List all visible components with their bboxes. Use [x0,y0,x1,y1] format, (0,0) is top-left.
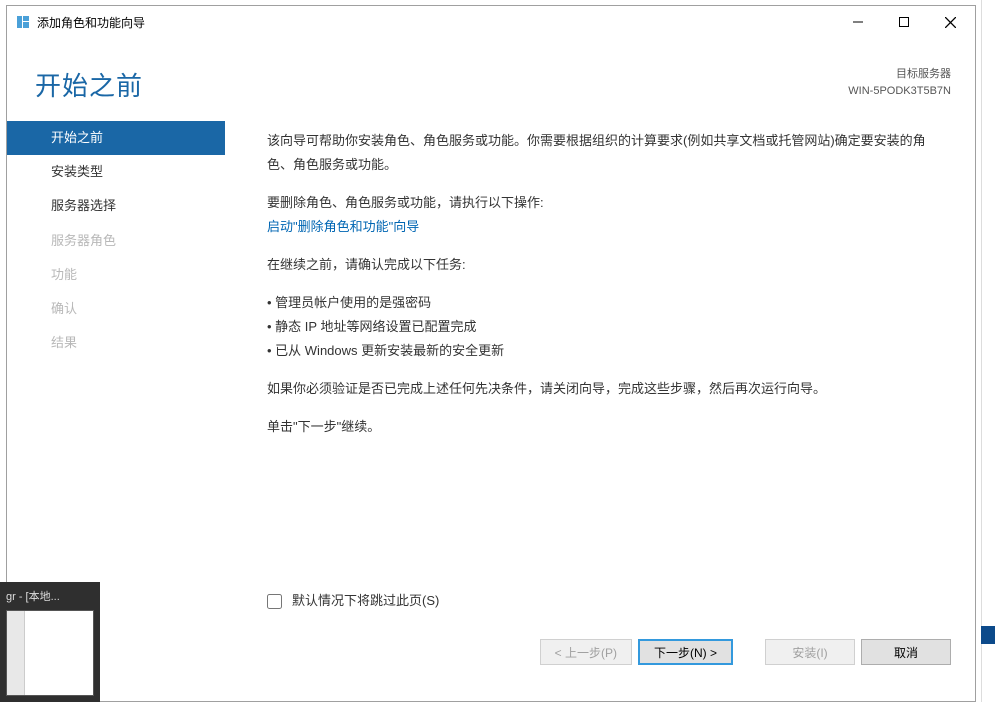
verify-paragraph: 如果你必须验证是否已完成上述任何先决条件，请关闭向导，完成这些步骤，然后再次运行… [267,377,947,401]
skip-page-checkbox[interactable] [267,594,282,609]
sidebar-item-before-you-begin[interactable]: 开始之前 [7,121,225,155]
previous-button: < 上一步(P) [540,639,632,665]
sidebar-item-installation-type[interactable]: 安装类型 [7,155,225,189]
sidebar-item-label: 服务器选择 [51,198,116,213]
tasks-heading: 在继续之前，请确认完成以下任务: [267,253,947,277]
cancel-button[interactable]: 取消 [861,639,951,665]
sidebar: 开始之前 安装类型 服务器选择 服务器角色 功能 确认 结果 [7,121,225,631]
sidebar-item-server-selection[interactable]: 服务器选择 [7,189,225,223]
app-icon [15,14,31,30]
footer: < 上一步(P) 下一步(N) > 安装(I) 取消 [7,631,975,673]
thumbnail-main [25,611,93,695]
header: 开始之前 目标服务器 WIN-5PODK3T5B7N [7,38,975,121]
thumbnail-sidebar [7,611,25,695]
sidebar-item-confirmation: 确认 [7,292,225,326]
wizard-window: 添加角色和功能向导 开始之前 目标服务器 WIN-5PODK3T5B7N 开始之… [6,5,976,702]
intro-paragraph: 该向导可帮助你安装角色、角色服务或功能。你需要根据组织的计算要求(例如共享文档或… [267,129,947,177]
remove-instructions: 要删除角色、角色服务或功能，请执行以下操作: [267,191,947,215]
body: 开始之前 安装类型 服务器选择 服务器角色 功能 确认 结果 该向导可帮助你安装… [7,121,975,631]
sidebar-item-label: 结果 [51,335,77,350]
close-button[interactable] [927,7,973,37]
task-item: 管理员帐户使用的是强密码 [267,291,947,315]
sidebar-item-label: 确认 [51,301,77,316]
task-item: 已从 Windows 更新安装最新的安全更新 [267,339,947,363]
remove-wizard-link[interactable]: 启动"删除角色和功能"向导 [267,219,419,234]
skip-page-row: 默认情况下将跳过此页(S) [267,589,947,613]
sidebar-item-results: 结果 [7,326,225,360]
skip-page-label: 默认情况下将跳过此页(S) [292,589,439,613]
minimize-button[interactable] [835,7,881,37]
install-button: 安装(I) [765,639,855,665]
target-server-info: 目标服务器 WIN-5PODK3T5B7N [848,66,951,99]
thumbnail-preview [6,610,94,696]
titlebar: 添加角色和功能向导 [7,6,975,38]
sidebar-item-label: 服务器角色 [51,233,116,248]
task-item: 静态 IP 地址等网络设置已配置完成 [267,315,947,339]
continue-paragraph: 单击"下一步"继续。 [267,415,947,439]
target-label: 目标服务器 [848,66,951,83]
sidebar-item-features: 功能 [7,258,225,292]
taskbar-thumbnail[interactable]: gr - [本地... [0,582,100,702]
target-value: WIN-5PODK3T5B7N [848,83,951,100]
sidebar-item-label: 安装类型 [51,164,103,179]
maximize-button[interactable] [881,7,927,37]
window-controls [835,7,973,37]
task-list: 管理员帐户使用的是强密码 静态 IP 地址等网络设置已配置完成 已从 Windo… [267,291,947,363]
background-strip [981,0,995,702]
next-button[interactable]: 下一步(N) > [638,639,733,665]
page-title: 开始之前 [35,66,143,103]
thumbnail-title: gr - [本地... [6,588,94,604]
sidebar-item-label: 功能 [51,267,77,282]
window-title: 添加角色和功能向导 [37,14,835,31]
content-panel: 该向导可帮助你安装角色、角色服务或功能。你需要根据组织的计算要求(例如共享文档或… [225,121,975,631]
sidebar-item-server-roles: 服务器角色 [7,224,225,258]
sidebar-item-label: 开始之前 [51,130,103,145]
background-strip-accent [981,626,995,644]
